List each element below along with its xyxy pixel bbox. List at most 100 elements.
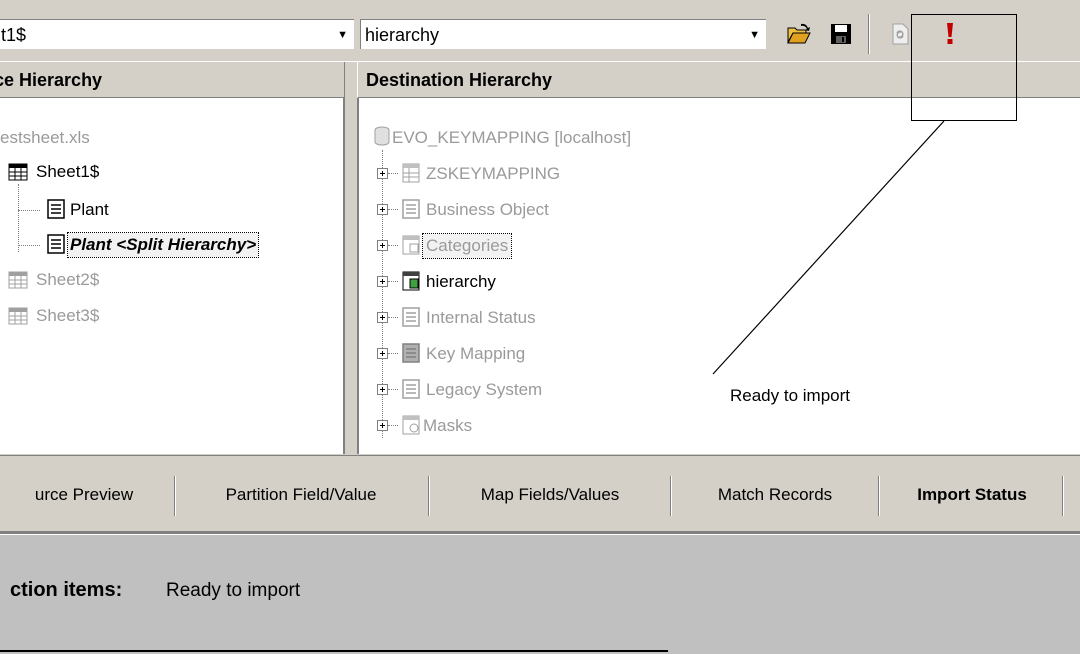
tree-item-plant-split-hierarchy[interactable]: Plant <Split Hierarchy>: [66, 232, 260, 258]
open-folder-icon: [787, 23, 811, 44]
tree-item-file[interactable]: estsheet.xls: [0, 126, 90, 150]
import-status-panel: ction items: Ready to import: [0, 535, 1080, 654]
source-hierarchy-header: ce Hierarchy: [0, 62, 345, 98]
expand-icon[interactable]: [377, 420, 388, 431]
flat-table-icon: [402, 199, 420, 219]
tab-label: Partition Field/Value: [225, 485, 377, 504]
tree-item-label: Sheet2$: [36, 270, 100, 289]
tab-bar: urce Preview Partition Field/Value Map F…: [0, 455, 1080, 534]
tree-connector: [388, 245, 398, 247]
tab-source-preview[interactable]: urce Preview: [0, 474, 168, 516]
tree-item-legacy-system[interactable]: Legacy System: [426, 378, 542, 402]
tree-item-masks[interactable]: Masks: [423, 414, 472, 438]
tree-item-business-object[interactable]: Business Object: [426, 198, 549, 222]
tree-item-sheet3[interactable]: Sheet3$: [36, 304, 99, 328]
expand-icon[interactable]: [377, 168, 388, 179]
refresh-icon: [892, 23, 909, 45]
tree-item-sheet2[interactable]: Sheet2$: [36, 268, 99, 292]
save-button[interactable]: [826, 20, 856, 48]
tree-item-label: ZSKEYMAPPING: [426, 164, 561, 183]
tab-label: Import Status: [917, 485, 1027, 504]
tree-connector: [388, 173, 398, 175]
tree-item-label: EVO_KEYMAPPING [localhost]: [392, 128, 632, 147]
flat-table-icon: [402, 379, 420, 399]
destination-hierarchy-tree[interactable]: EVO_KEYMAPPING [localhost] ZSKEYMAPPING …: [357, 98, 1080, 454]
expand-icon[interactable]: [377, 348, 388, 359]
tab-separator: [670, 476, 672, 516]
tab-separator: [428, 476, 430, 516]
tab-map-fields-values[interactable]: Map Fields/Values: [434, 474, 666, 516]
field-icon: [47, 199, 65, 219]
tree-item-label: Business Object: [426, 200, 549, 219]
expand-icon[interactable]: [377, 312, 388, 323]
tab-partition-field-value[interactable]: Partition Field/Value: [180, 474, 422, 516]
callout-text: Ready to import: [730, 386, 850, 405]
tree-item-label: Key Mapping: [426, 344, 526, 363]
tree-item-label: Sheet1$: [36, 162, 100, 181]
flat-table-icon: [402, 307, 420, 327]
tree-connector: [18, 184, 20, 252]
tree-item-label: Plant: [70, 200, 109, 219]
action-items-label: ction items:: [10, 579, 123, 601]
expand-icon[interactable]: [377, 384, 388, 395]
tree-connector: [18, 245, 40, 247]
tab-import-status[interactable]: Import Status: [884, 474, 1060, 516]
tree-connector: [388, 425, 398, 427]
source-sheet-value: t1$: [1, 25, 27, 45]
dropdown-arrow-icon[interactable]: ▼: [749, 20, 760, 49]
tree-item-label: Sheet3$: [36, 306, 100, 325]
tree-connector: [388, 389, 398, 391]
divider: [0, 650, 668, 652]
tree-item-internal-status[interactable]: Internal Status: [426, 306, 536, 330]
tree-item-plant[interactable]: Plant: [70, 198, 109, 222]
worksheet-icon: [8, 163, 28, 181]
pane-splitter[interactable]: [345, 62, 357, 454]
source-sheet-combo[interactable]: t1$ ▼: [0, 19, 354, 49]
tree-item-label: Internal Status: [426, 308, 536, 327]
tree-connector: [388, 281, 398, 283]
tree-item-sheet1[interactable]: Sheet1$: [36, 160, 99, 184]
tab-separator: [1062, 476, 1064, 516]
tab-separator: [878, 476, 880, 516]
tree-item-zskeymapping[interactable]: ZSKEYMAPPING: [426, 162, 560, 186]
toolbar-separator: [868, 14, 870, 54]
tree-item-label: Plant <Split Hierarchy>: [70, 235, 257, 254]
tree-item-key-mapping[interactable]: Key Mapping: [426, 342, 525, 366]
tree-item-label: Categories: [426, 236, 509, 255]
dropdown-arrow-icon[interactable]: ▼: [337, 20, 348, 49]
tab-separator: [174, 476, 176, 516]
expand-icon[interactable]: [377, 240, 388, 251]
tree-item-label: estsheet.xls: [0, 128, 90, 147]
tree-item-label: Masks: [423, 416, 473, 435]
tree-item-label: Legacy System: [426, 380, 543, 399]
table-icon: [402, 163, 420, 183]
tree-connector: [388, 353, 398, 355]
destination-hierarchy-combo[interactable]: hierarchy ▼: [360, 19, 766, 49]
action-items-value: Ready to import: [166, 580, 301, 601]
tab-label: Map Fields/Values: [480, 485, 620, 504]
floppy-disk-icon: [831, 24, 851, 44]
expand-icon[interactable]: [377, 276, 388, 287]
destination-hierarchy-value: hierarchy: [365, 25, 440, 45]
tree-item-categories[interactable]: Categories: [421, 233, 513, 259]
database-icon: [374, 126, 390, 146]
tab-label: urce Preview: [34, 485, 134, 504]
categories-icon: [402, 235, 420, 255]
tab-match-records[interactable]: Match Records: [676, 474, 874, 516]
source-hierarchy-tree[interactable]: estsheet.xls Sheet1$ Plant Plant <Split …: [0, 98, 345, 454]
tab-label: Match Records: [717, 485, 833, 504]
tree-item-label: hierarchy: [426, 272, 496, 291]
worksheet-icon: [8, 271, 28, 289]
tree-connector: [388, 317, 398, 319]
tree-item-database-root[interactable]: EVO_KEYMAPPING [localhost]: [392, 126, 631, 150]
key-mapping-icon: [402, 343, 420, 363]
expand-icon[interactable]: [377, 204, 388, 215]
tree-connector: [18, 210, 40, 212]
callout-highlight-box: [911, 14, 1017, 121]
masks-icon: [402, 415, 420, 435]
hierarchy-table-icon: [402, 271, 420, 291]
tree-item-hierarchy[interactable]: hierarchy: [426, 270, 496, 294]
open-button[interactable]: [784, 20, 814, 48]
tree-connector: [388, 209, 398, 211]
field-icon: [47, 234, 65, 254]
